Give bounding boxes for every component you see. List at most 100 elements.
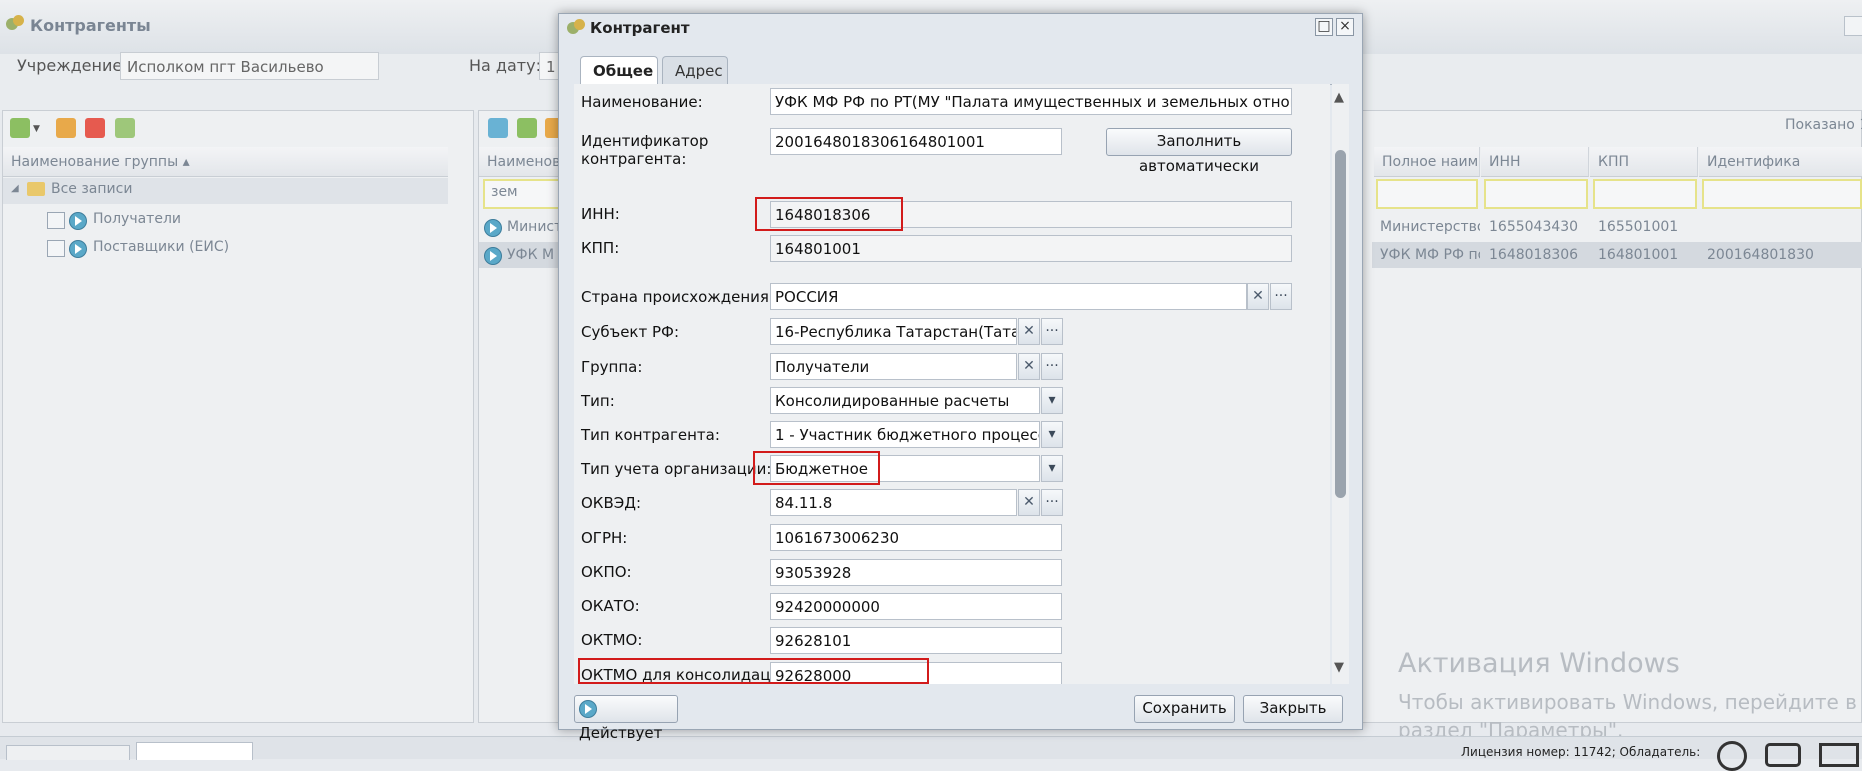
add-contractor-icon[interactable] (517, 118, 537, 138)
list-row[interactable]: Минист (479, 214, 563, 240)
table-row[interactable]: Министерство ... 1655043430 165501001 (1372, 214, 1862, 240)
close-button[interactable]: Закрыть (1243, 695, 1343, 723)
tree-label-all: Все записи (51, 181, 133, 197)
edit-group-icon[interactable] (56, 118, 76, 138)
more-icon[interactable]: ··· (1041, 353, 1063, 380)
general-form: Наименование: УФК МФ РФ по РТ(МУ "Палата… (574, 84, 1330, 684)
name-input[interactable]: УФК МФ РФ по РТ(МУ "Палата имущественных… (770, 88, 1292, 115)
cell-inn: 1655043430 (1489, 219, 1579, 235)
list-row-name: Минист (507, 219, 563, 235)
okpo-label: ОКПО: (581, 563, 632, 581)
activation-watermark-title: Активация Windows (1398, 648, 1680, 679)
fill-automatically-button[interactable]: Заполнить автоматически (1106, 128, 1292, 175)
identifier-label: Идентификатор контрагента: (581, 132, 709, 168)
scroll-down-icon[interactable]: ▼ (1334, 660, 1344, 675)
form-scrollbar[interactable]: ▲ ▼ (1332, 84, 1349, 684)
filter-kpp[interactable] (1593, 179, 1697, 209)
more-icon[interactable]: ··· (1270, 283, 1292, 310)
list-filter-input[interactable]: зем (483, 179, 561, 209)
identifier-input[interactable]: 2001648018306164801001 (770, 128, 1062, 155)
column-identifier[interactable]: Идентифика (1699, 147, 1862, 177)
license-text: Лицензия номер: 11742; Обладатель: (1461, 745, 1701, 759)
refresh-group-icon[interactable] (115, 118, 135, 138)
status-active-label: Действует (579, 724, 663, 742)
clear-icon[interactable]: ✕ (1018, 489, 1040, 516)
filter-full-name[interactable] (1376, 179, 1478, 209)
country-input[interactable]: РОССИЯ (770, 283, 1247, 310)
dialog-titlebar[interactable]: Контрагент □ × (559, 14, 1362, 44)
contractor-type-label: Тип контрагента: (581, 426, 720, 444)
add-group-icon[interactable] (10, 118, 30, 138)
import-icon[interactable] (488, 118, 508, 138)
status-active-icon (484, 218, 502, 237)
group-input[interactable]: Получатели (770, 353, 1017, 380)
filter-inn[interactable] (1484, 179, 1588, 209)
clear-icon[interactable]: ✕ (1247, 283, 1269, 310)
cell-identifier: 200164801830 (1707, 247, 1814, 263)
highlight-accounting-type (753, 451, 880, 485)
tree-expand-icon[interactable]: ◢ (11, 183, 19, 194)
group-column-header[interactable]: Наименование группы ▴ (3, 147, 448, 177)
app-logo-icon (6, 15, 24, 33)
close-icon[interactable]: × (1336, 18, 1354, 36)
add-dropdown-icon[interactable]: ▼ (33, 124, 40, 134)
type-select[interactable]: Консолидированные расчеты (770, 387, 1040, 414)
column-inn[interactable]: ИНН (1481, 147, 1589, 177)
list-icon (47, 240, 65, 257)
status-bar: Лицензия номер: 11742; Обладатель: (0, 736, 1862, 771)
chevron-down-icon[interactable]: ▾ (1041, 421, 1063, 448)
cell-kpp: 165501001 (1598, 219, 1679, 235)
okved-input[interactable]: 84.11.8 (770, 489, 1017, 516)
camera-icon[interactable] (1765, 743, 1801, 767)
clear-icon[interactable]: ✕ (1018, 318, 1040, 345)
more-icon[interactable]: ··· (1041, 318, 1063, 345)
main-window-button[interactable] (1844, 16, 1862, 36)
list-row-selected[interactable]: УФК М (479, 242, 561, 268)
app-logo-icon (567, 19, 585, 37)
chevron-down-icon[interactable]: ▾ (1041, 455, 1063, 482)
clear-icon[interactable]: ✕ (1018, 353, 1040, 380)
subject-label: Субъект РФ: (581, 323, 680, 341)
date-field[interactable]: 1 (539, 52, 559, 80)
more-icon[interactable]: ··· (1041, 489, 1063, 516)
ogrn-input[interactable]: 1061673006230 (770, 524, 1062, 551)
subject-input[interactable]: 16-Республика Татарстан(Татарстан) (770, 318, 1017, 345)
save-button[interactable]: Сохранить (1134, 695, 1235, 723)
okpo-input[interactable]: 93053928 (770, 559, 1062, 586)
cell-full-name: УФК МФ РФ по... (1380, 247, 1480, 263)
table-row-selected[interactable]: УФК МФ РФ по... 1648018306 164801001 200… (1372, 242, 1862, 268)
ogrn-label: ОГРН: (581, 529, 628, 547)
cell-inn: 1648018306 (1489, 247, 1579, 263)
list-row-name: УФК М (507, 247, 555, 263)
cell-kpp: 164801001 (1598, 247, 1679, 263)
tree-row-recipients[interactable]: Получатели (3, 207, 448, 233)
status-active-button[interactable]: Действует (574, 695, 678, 742)
maximize-icon[interactable]: □ (1315, 18, 1333, 36)
list-name-column[interactable]: Наименов (479, 147, 561, 177)
column-kpp[interactable]: КПП (1590, 147, 1698, 177)
institution-label: Учреждение: (17, 56, 128, 75)
status-active-icon (484, 246, 502, 265)
institution-field[interactable]: Исполком пгт Васильево (120, 52, 379, 80)
kpp-input[interactable]: 164801001 (770, 235, 1292, 262)
oktmo-input[interactable]: 92628101 (770, 627, 1062, 654)
delete-group-icon[interactable] (85, 118, 105, 138)
chevron-down-icon[interactable]: ▾ (1041, 387, 1063, 414)
tree-row-all[interactable]: ◢ Все записи (3, 178, 448, 204)
mail-icon[interactable] (1819, 743, 1859, 767)
tab-address[interactable]: Адрес (662, 56, 728, 84)
okato-label: ОКАТО: (581, 597, 640, 615)
scroll-up-icon[interactable]: ▲ (1334, 90, 1344, 105)
taskbar-tab-active[interactable] (136, 742, 253, 760)
column-full-name[interactable]: Полное наиме... (1374, 147, 1480, 177)
okato-input[interactable]: 92420000000 (770, 593, 1062, 620)
tree-row-suppliers[interactable]: Поставщики (ЕИС) (3, 235, 448, 261)
status-active-icon (579, 699, 597, 718)
contractor-type-select[interactable]: 1 - Участник бюджетного процесса (770, 421, 1040, 448)
scroll-thumb[interactable] (1335, 150, 1346, 498)
highlight-oktmo-consolidation (578, 658, 929, 684)
filter-identifier[interactable] (1702, 179, 1862, 209)
help-icon[interactable] (1717, 741, 1747, 771)
oktmo-label: ОКТМО: (581, 631, 643, 649)
tab-general[interactable]: Общее (580, 56, 658, 85)
